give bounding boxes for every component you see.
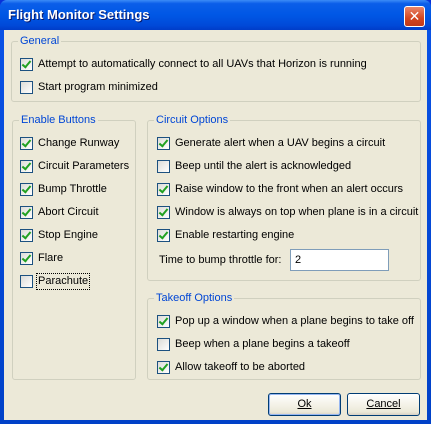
checkbox-box[interactable] — [20, 159, 33, 173]
cancel-button-label: Cancel — [366, 398, 401, 410]
enable-flare-checkbox[interactable]: Flare — [20, 251, 63, 265]
checkbox-box[interactable] — [157, 136, 170, 150]
beep-until-ack-checkbox[interactable]: Beep until the alert is acknowledged — [157, 159, 351, 173]
checkbox-box[interactable] — [20, 251, 33, 265]
beep-until-ack-label: Beep until the alert is acknowledged — [175, 159, 352, 172]
auto-connect-checkbox[interactable]: Attempt to automatically connect to all … — [20, 57, 367, 71]
enable-change-runway-checkbox[interactable]: Change Runway — [20, 136, 119, 150]
enable-circuit-parameters-checkbox[interactable]: Circuit Parameters — [20, 159, 129, 173]
start-minimized-label: Start program minimized — [38, 80, 158, 93]
checkbox-box[interactable] — [157, 228, 170, 242]
generate-alert-label: Generate alert when a UAV begins a circu… — [175, 136, 386, 149]
takeoff-options-group: Takeoff Options Pop up a window when a p… — [147, 292, 421, 380]
auto-connect-label: Attempt to automatically connect to all … — [38, 57, 367, 70]
checkbox-box[interactable] — [20, 136, 33, 150]
popup-takeoff-checkbox[interactable]: Pop up a window when a plane begins to t… — [157, 314, 414, 328]
checkbox-box[interactable] — [157, 159, 170, 173]
restarting-engine-label: Enable restarting engine — [175, 228, 295, 241]
title-bar[interactable]: Flight Monitor Settings ✕ — [0, 0, 431, 30]
checkbox-box[interactable] — [20, 274, 33, 288]
bump-throttle-label: Bump Throttle — [38, 182, 107, 195]
raise-window-label: Raise window to the front when an alert … — [175, 182, 404, 195]
window-title: Flight Monitor Settings — [8, 7, 150, 22]
abort-circuit-label: Abort Circuit — [38, 205, 99, 218]
circuit-parameters-label: Circuit Parameters — [38, 159, 130, 172]
circuit-options-legend: Circuit Options — [154, 114, 231, 127]
ok-button-label: Ok — [297, 398, 312, 410]
takeoff-options-legend: Takeoff Options — [154, 292, 235, 305]
popup-takeoff-label: Pop up a window when a plane begins to t… — [175, 314, 414, 327]
checkbox-box[interactable] — [157, 205, 170, 219]
general-legend: General — [18, 35, 62, 48]
enable-buttons-group: Enable Buttons Change Runway Circuit Par… — [12, 114, 136, 380]
checkbox-box[interactable] — [20, 57, 33, 71]
parachute-label: Parachute — [35, 272, 91, 290]
dialog-body: General Attempt to automatically connect… — [4, 30, 427, 420]
stop-engine-label: Stop Engine — [38, 228, 98, 241]
checkbox-box[interactable] — [20, 182, 33, 196]
enable-buttons-legend: Enable Buttons — [19, 114, 98, 127]
allow-abort-takeoff-checkbox[interactable]: Allow takeoff to be aborted — [157, 360, 305, 374]
checkbox-box[interactable] — [20, 228, 33, 242]
general-group: General Attempt to automatically connect… — [11, 35, 421, 102]
enable-restarting-engine-checkbox[interactable]: Enable restarting engine — [157, 228, 294, 242]
ok-button[interactable]: Ok — [268, 393, 341, 416]
enable-abort-circuit-checkbox[interactable]: Abort Circuit — [20, 205, 99, 219]
beep-takeoff-checkbox[interactable]: Beep when a plane begins a takeoff — [157, 337, 350, 351]
start-minimized-checkbox[interactable]: Start program minimized — [20, 80, 158, 94]
checkbox-box[interactable] — [20, 205, 33, 219]
change-runway-label: Change Runway — [38, 136, 120, 149]
checkbox-box[interactable] — [20, 80, 33, 94]
checkbox-box[interactable] — [157, 182, 170, 196]
allow-abort-takeoff-label: Allow takeoff to be aborted — [175, 360, 306, 373]
close-icon: ✕ — [408, 8, 421, 24]
checkbox-box[interactable] — [157, 360, 170, 374]
beep-takeoff-label: Beep when a plane begins a takeoff — [175, 337, 350, 350]
generate-alert-checkbox[interactable]: Generate alert when a UAV begins a circu… — [157, 136, 385, 150]
always-on-top-checkbox[interactable]: Window is always on top when plane is in… — [157, 205, 418, 219]
checkbox-box[interactable] — [157, 314, 170, 328]
close-button[interactable]: ✕ — [404, 6, 425, 27]
always-on-top-label: Window is always on top when plane is in… — [175, 205, 419, 218]
flare-label: Flare — [38, 251, 64, 264]
bump-throttle-time-label: Time to bump throttle for: — [159, 254, 282, 266]
bump-throttle-time-input[interactable] — [290, 249, 389, 271]
settings-window: Flight Monitor Settings ✕ General Attemp… — [0, 0, 431, 424]
raise-window-checkbox[interactable]: Raise window to the front when an alert … — [157, 182, 403, 196]
enable-stop-engine-checkbox[interactable]: Stop Engine — [20, 228, 98, 242]
checkbox-box[interactable] — [157, 337, 170, 351]
enable-bump-throttle-checkbox[interactable]: Bump Throttle — [20, 182, 107, 196]
cancel-button[interactable]: Cancel — [347, 393, 420, 416]
enable-parachute-checkbox[interactable]: Parachute — [20, 272, 91, 290]
